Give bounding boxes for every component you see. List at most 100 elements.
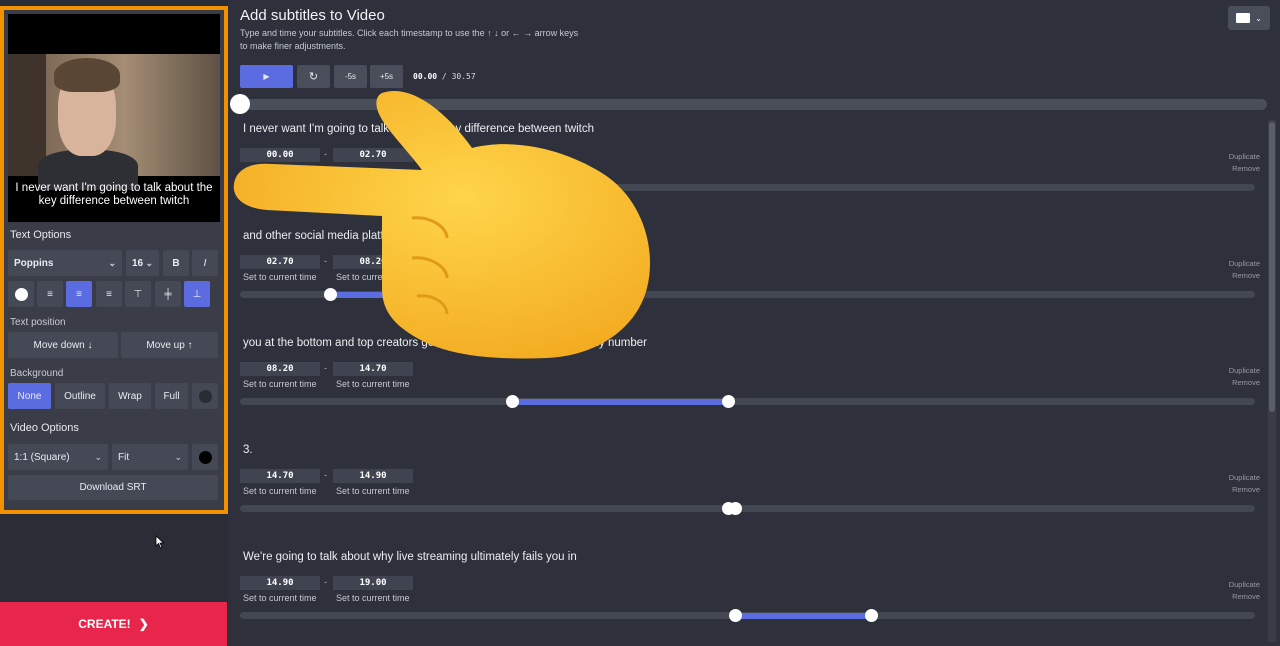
start-time-field[interactable]: 08.20 — [240, 362, 320, 376]
set-start-current-button[interactable]: Set to current time — [243, 486, 317, 496]
duplicate-button[interactable]: Duplicate — [1229, 365, 1260, 377]
remove-button[interactable]: Remove — [1229, 591, 1260, 603]
chevron-down-icon: ⌄ — [1255, 13, 1262, 23]
folder-menu-button[interactable]: ⌄ — [1228, 6, 1270, 30]
valign-middle-button[interactable]: ╪ — [155, 281, 181, 307]
chevron-down-icon: ⌄ — [145, 257, 153, 268]
time-readout: 00.00 / 30.57 — [413, 72, 476, 81]
folder-icon — [1236, 13, 1251, 23]
rewind-5s-button[interactable]: -5s — [334, 65, 367, 88]
left-panel: I never want I'm going to talk about the… — [0, 0, 228, 646]
text-options-title: Text Options — [10, 229, 72, 241]
fit-value: Fit — [118, 451, 130, 463]
end-time-field[interactable]: 14.70 — [333, 362, 413, 376]
font-size-select[interactable]: 16 ⌄ — [126, 250, 159, 276]
row-actions: Duplicate Remove — [1229, 151, 1260, 175]
chevron-down-icon: ⌄ — [108, 257, 116, 268]
set-start-current-button[interactable]: Set to current time — [243, 593, 317, 603]
play-button[interactable]: ▶ — [240, 65, 293, 88]
remove-button[interactable]: Remove — [1229, 484, 1260, 496]
align-right-icon: ≡ — [106, 288, 112, 300]
background-color-button[interactable] — [192, 383, 218, 409]
time-dash: - — [324, 470, 327, 480]
color-swatch-icon — [14, 287, 28, 301]
valign-top-button[interactable]: ⊤ — [125, 281, 151, 307]
background-wrap-button[interactable]: Wrap — [109, 383, 151, 409]
move-up-button[interactable]: Move up ↑ — [121, 332, 218, 358]
create-label: CREATE! — [78, 617, 131, 631]
align-left-button[interactable]: ≡ — [37, 281, 63, 307]
italic-button[interactable]: I — [192, 250, 218, 276]
create-button[interactable]: CREATE! ❯ — [0, 602, 227, 646]
video-background-color-button[interactable] — [192, 444, 218, 470]
valign-bottom-icon: ⊥ — [192, 288, 202, 300]
range-end-handle[interactable] — [722, 395, 736, 408]
duplicate-button[interactable]: Duplicate — [1229, 579, 1260, 591]
subtitle-row: We're going to talk about why live strea… — [240, 551, 1260, 646]
valign-middle-icon: ╪ — [164, 288, 172, 300]
subtitle-range-track[interactable] — [240, 505, 1255, 512]
video-caption: I never want I'm going to talk about the… — [15, 182, 213, 207]
color-swatch-icon — [198, 389, 212, 403]
subtitle-range-track[interactable] — [240, 398, 1255, 405]
align-center-button[interactable]: ≡ — [66, 281, 92, 307]
end-time-field[interactable]: 14.90 — [333, 469, 413, 483]
background-outline-button[interactable]: Outline — [55, 383, 105, 409]
color-swatch-icon — [198, 450, 212, 464]
video-preview[interactable]: I never want I'm going to talk about the… — [8, 14, 220, 222]
subtitle-text[interactable]: 3. — [243, 444, 253, 456]
current-time: 00.00 — [413, 72, 438, 81]
set-end-current-button[interactable]: Set to current time — [336, 486, 410, 496]
range-end-handle[interactable] — [728, 502, 742, 515]
align-right-button[interactable]: ≡ — [96, 281, 122, 307]
time-dash: - — [324, 577, 327, 587]
duplicate-button[interactable]: Duplicate — [1229, 472, 1260, 484]
row-actions: Duplicate Remove — [1229, 365, 1260, 389]
set-end-current-button[interactable]: Set to current time — [336, 379, 410, 389]
row-actions: Duplicate Remove — [1229, 258, 1260, 282]
play-icon: ▶ — [263, 72, 270, 81]
valign-bottom-button[interactable]: ⊥ — [184, 281, 210, 307]
row-actions: Duplicate Remove — [1229, 472, 1260, 496]
chevron-down-icon: ⌄ — [174, 451, 182, 462]
aspect-ratio-value: 1:1 (Square) — [14, 451, 70, 463]
duplicate-button[interactable]: Duplicate — [1229, 258, 1260, 270]
restart-button[interactable]: ↻ — [297, 65, 330, 88]
forward-5s-button[interactable]: +5s — [370, 65, 403, 88]
mouse-cursor-icon — [155, 535, 165, 549]
set-end-current-button[interactable]: Set to current time — [336, 593, 410, 603]
background-label: Background — [10, 368, 64, 379]
font-select[interactable]: Poppins ⌄ — [8, 250, 122, 276]
scrollbar-thumb[interactable] — [1269, 122, 1275, 412]
end-time-field[interactable]: 19.00 — [333, 576, 413, 590]
aspect-ratio-select[interactable]: 1:1 (Square) ⌄ — [8, 444, 108, 470]
remove-button[interactable]: Remove — [1229, 270, 1260, 282]
subtitle-text[interactable]: We're going to talk about why live strea… — [243, 551, 577, 563]
bold-button[interactable]: B — [163, 250, 189, 276]
fit-select[interactable]: Fit ⌄ — [112, 444, 188, 470]
total-time: 30.57 — [451, 72, 476, 81]
background-none-button[interactable]: None — [8, 383, 51, 409]
remove-button[interactable]: Remove — [1229, 163, 1260, 175]
remove-button[interactable]: Remove — [1229, 377, 1260, 389]
align-center-icon: ≡ — [76, 288, 82, 300]
time-separator: / — [441, 72, 447, 81]
set-start-current-button[interactable]: Set to current time — [243, 379, 317, 389]
restart-icon: ↻ — [308, 71, 319, 83]
download-srt-button[interactable]: Download SRT — [8, 475, 218, 500]
duplicate-button[interactable]: Duplicate — [1229, 151, 1260, 163]
move-down-button[interactable]: Move down ↓ — [8, 332, 118, 358]
text-position-label: Text position — [10, 317, 66, 328]
background-full-button[interactable]: Full — [155, 383, 188, 409]
range-end-handle[interactable] — [864, 609, 878, 622]
range-start-handle[interactable] — [728, 609, 742, 622]
pointing-hand-icon — [233, 91, 650, 359]
text-color-button[interactable] — [8, 281, 34, 307]
start-time-field[interactable]: 14.90 — [240, 576, 320, 590]
font-select-value: Poppins — [14, 257, 54, 269]
start-time-field[interactable]: 14.70 — [240, 469, 320, 483]
chevron-right-icon: ❯ — [138, 617, 149, 631]
video-options-title: Video Options — [10, 422, 79, 434]
range-start-handle[interactable] — [506, 395, 520, 408]
page-description: Type and time your subtitles. Click each… — [240, 28, 579, 51]
